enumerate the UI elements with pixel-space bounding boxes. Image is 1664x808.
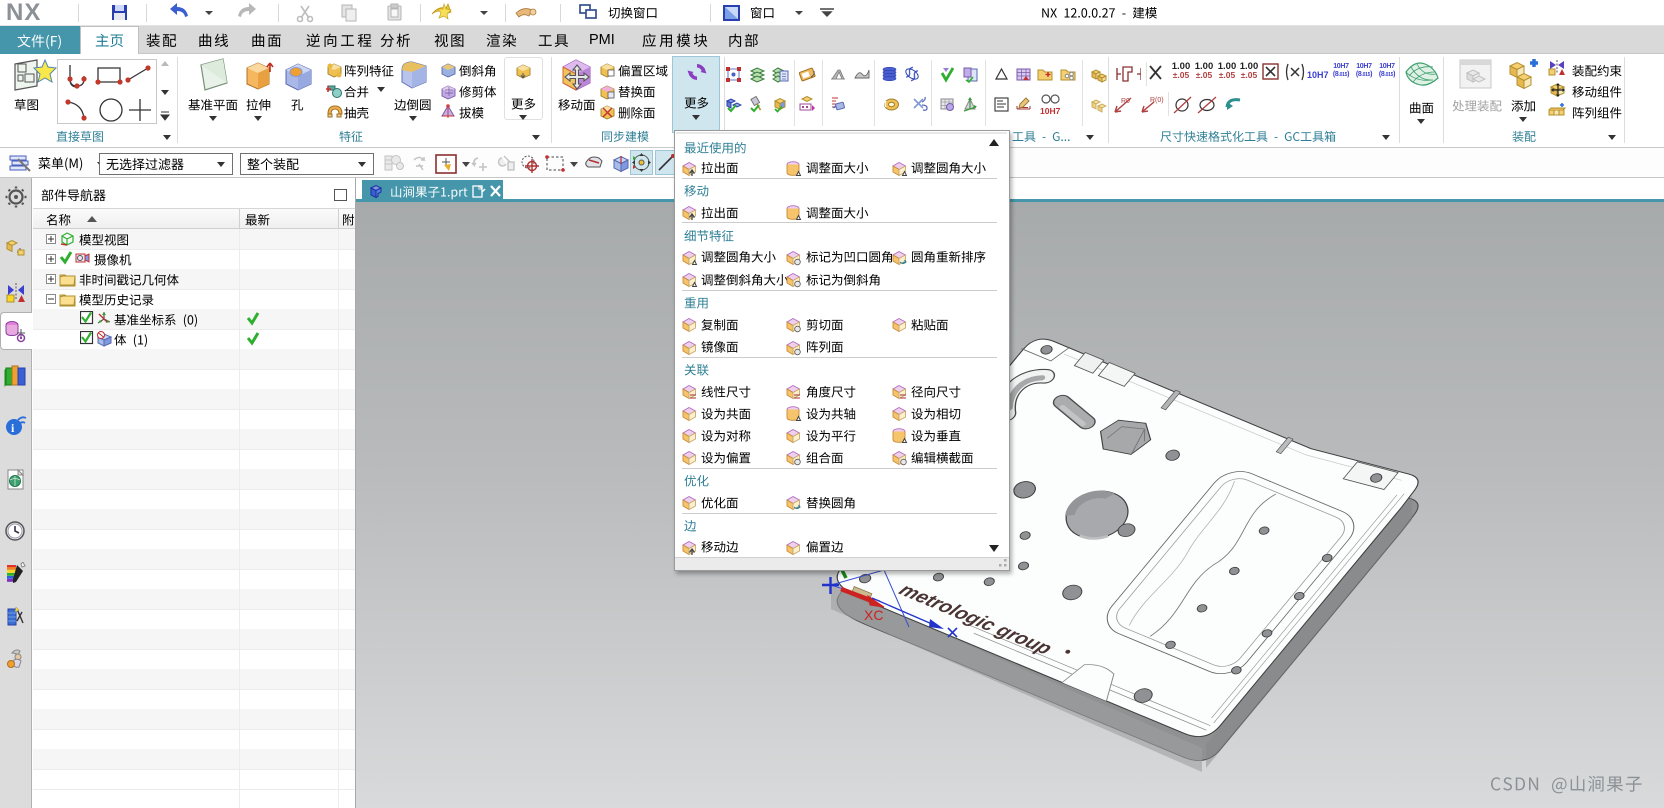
svg-text:XC: XC	[864, 607, 883, 623]
svg-text:10H7: 10H7	[1040, 106, 1061, 116]
svg-text:R(0): R(0)	[1150, 97, 1164, 104]
svg-text:R0: R0	[1121, 98, 1130, 105]
